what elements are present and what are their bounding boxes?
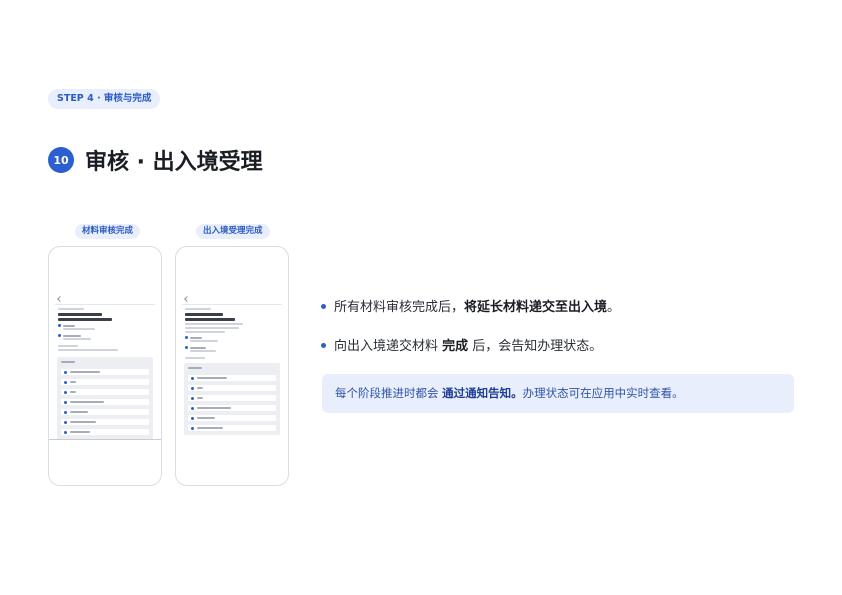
bullet-item: 向出入境递交材料 完成 后，会告知办理状态。: [320, 337, 620, 357]
section-heading: 10 审核 · 出入境受理: [48, 144, 263, 176]
list-item: [188, 395, 276, 401]
phone-label-immigration: 出入境受理完成: [196, 224, 270, 239]
screen-heading-line: [58, 313, 102, 316]
list-item-line: [70, 401, 104, 403]
screen-text-line: [185, 323, 243, 325]
screen-text-line: [185, 357, 205, 359]
list-item: [61, 389, 149, 395]
note-text: 办理状态可在应用中实时查看。: [522, 386, 684, 400]
list-item: [61, 409, 149, 415]
bullet-list: 所有材料审核完成后，将延长材料递交至出入境。 向出入境递交材料 完成 后，会告知…: [320, 298, 620, 357]
screen-text-line: [63, 328, 95, 330]
note-text: 每个阶段推进时都会: [335, 386, 443, 400]
list-item: [61, 429, 149, 435]
list-item-line: [197, 417, 215, 419]
list-item-line: [70, 391, 76, 393]
screen-text-line: [190, 340, 218, 342]
screen-text-line: [63, 324, 75, 327]
screen-heading-line: [58, 318, 112, 321]
screen-text-line: [190, 336, 202, 339]
status-dot: [64, 400, 67, 404]
list-item: [188, 375, 276, 381]
document-list-panel: [184, 363, 280, 435]
status-dot: [191, 426, 194, 430]
status-dot: [191, 386, 194, 390]
list-item: [188, 415, 276, 421]
list-item-line: [197, 407, 231, 409]
screen-text-line: [58, 308, 84, 310]
list-item: [188, 405, 276, 411]
screen-text-line: [63, 334, 81, 337]
panel-title-line: [61, 361, 75, 363]
screen-divider: [182, 304, 282, 305]
bullet-text: 后，会告知办理状态。: [468, 339, 603, 354]
page-title: 审核 · 出入境受理: [85, 150, 263, 175]
bullet-item: 所有材料审核完成后，将延长材料递交至出入境。: [320, 298, 620, 318]
bullet-emphasis: 完成: [442, 339, 469, 354]
phone-mockup-review: [48, 246, 162, 486]
status-dot: [64, 410, 67, 414]
list-item: [61, 419, 149, 425]
status-dot: [185, 346, 188, 349]
list-item: [188, 385, 276, 391]
list-item-line: [197, 397, 203, 399]
list-item-line: [70, 421, 96, 423]
status-dot: [58, 324, 61, 327]
status-dot: [64, 380, 67, 384]
list-item: [61, 399, 149, 405]
screen-text-line: [185, 331, 225, 333]
info-note-box: 每个阶段推进时都会 通过通知告知。办理状态可在应用中实时查看。: [322, 374, 794, 413]
screen-heading-line: [185, 313, 223, 316]
back-arrow-icon: [184, 296, 190, 302]
screen-text-line: [190, 346, 206, 349]
screen-text-line: [185, 327, 239, 329]
status-dot: [64, 430, 67, 434]
document-list-panel: [57, 357, 153, 439]
panel-title-line: [188, 367, 202, 369]
bullet-emphasis: 将延长材料递交至出入境: [464, 300, 608, 315]
status-dot: [191, 406, 194, 410]
step-badge: STEP 4 · 审核与完成: [48, 89, 161, 109]
list-item-line: [197, 387, 203, 389]
status-dot: [64, 420, 67, 424]
bullet-dot-icon: [321, 304, 326, 309]
screen-divider: [55, 304, 155, 305]
screen-text-line: [58, 349, 118, 351]
phone-label-review: 材料审核完成: [75, 224, 141, 239]
status-dot: [191, 376, 194, 380]
screen-text-line: [185, 308, 211, 310]
status-dot: [191, 396, 194, 400]
back-arrow-icon: [57, 296, 63, 302]
list-item-line: [70, 381, 76, 383]
screen-text-line: [190, 350, 216, 352]
bullet-dot-icon: [321, 343, 326, 348]
status-dot: [64, 370, 67, 374]
note-emphasis: 通过通知告知。: [442, 386, 523, 400]
list-item-line: [70, 411, 88, 413]
bullet-text: 。: [607, 300, 621, 315]
list-item-line: [70, 431, 90, 433]
status-dot: [191, 416, 194, 420]
list-item-line: [70, 371, 100, 373]
screen-text-line: [58, 345, 78, 347]
bullet-text: 向出入境递交材料: [334, 339, 443, 354]
status-dot: [64, 390, 67, 394]
list-item-line: [197, 427, 223, 429]
list-item: [61, 379, 149, 385]
status-dot: [58, 334, 61, 337]
list-item-line: [197, 377, 227, 379]
bullet-text: 所有材料审核完成后，: [334, 300, 465, 315]
phone-mockup-immigration: [175, 246, 289, 486]
list-item: [188, 425, 276, 431]
screen-cutoff-line: [49, 439, 161, 440]
screen-heading-line: [185, 318, 235, 321]
section-number-badge: 10: [48, 147, 74, 173]
screen-text-line: [63, 338, 91, 340]
list-item: [61, 369, 149, 375]
status-dot: [185, 336, 188, 339]
